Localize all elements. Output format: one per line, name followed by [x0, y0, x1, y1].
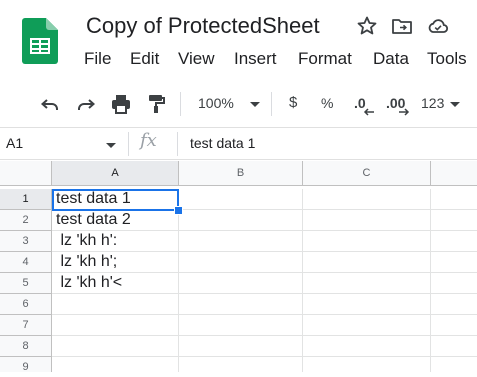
name-box-dropdown-icon[interactable]	[104, 138, 118, 152]
cell-a3[interactable]: lz 'kh h':	[52, 231, 179, 252]
cell-a2[interactable]: test data 2	[52, 210, 179, 231]
active-cell-selection	[52, 189, 179, 211]
column-header-d[interactable]	[431, 161, 477, 186]
formula-bar-bottom-border	[0, 159, 477, 160]
cell-a6[interactable]	[52, 294, 179, 315]
toolbar: 100% $ % .0 .00 123	[0, 86, 477, 122]
formula-input[interactable]: test data 1	[190, 135, 255, 151]
document-title[interactable]: Copy of ProtectedSheet	[86, 13, 320, 39]
name-box-value: A1	[6, 135, 24, 151]
row-header[interactable]: 8	[0, 336, 52, 357]
toolbar-divider	[271, 92, 272, 116]
cell-a4[interactable]: lz 'kh h';	[52, 252, 179, 273]
menu-format[interactable]: Format	[298, 49, 352, 69]
arrow-left-icon	[363, 108, 374, 116]
menu-data[interactable]: Data	[373, 49, 409, 69]
more-formats-dropdown-icon[interactable]	[448, 92, 462, 116]
percent-format-button[interactable]: %	[321, 95, 333, 111]
print-icon[interactable]	[109, 92, 133, 116]
arrow-right-icon	[399, 108, 410, 116]
undo-icon[interactable]	[38, 92, 62, 116]
currency-format-button[interactable]: $	[289, 94, 297, 111]
column-header-a[interactable]: A	[52, 161, 179, 186]
cell-a9[interactable]	[52, 357, 179, 372]
google-sheets-logo-icon[interactable]	[22, 18, 58, 64]
formula-divider	[177, 132, 178, 156]
fx-icon: fx	[140, 130, 157, 151]
move-to-folder-icon[interactable]	[390, 14, 414, 38]
zoom-dropdown-icon[interactable]	[248, 92, 262, 116]
zoom-select[interactable]: 100%	[198, 95, 234, 111]
menu-file[interactable]: File	[84, 49, 111, 69]
formula-divider	[128, 132, 129, 156]
cell-a5[interactable]: lz 'kh h'<	[52, 273, 179, 294]
menu-view[interactable]: View	[178, 49, 215, 69]
row-header[interactable]: 5	[0, 273, 52, 294]
row-header[interactable]: 7	[0, 315, 52, 336]
cloud-saved-icon[interactable]	[426, 14, 450, 38]
menu-insert[interactable]: Insert	[234, 49, 277, 69]
select-all-corner[interactable]	[0, 161, 52, 186]
redo-icon[interactable]	[74, 92, 98, 116]
row-header[interactable]: 1	[0, 189, 52, 210]
row-header[interactable]: 2	[0, 210, 52, 231]
cell-a8[interactable]	[52, 336, 179, 357]
menu-tools[interactable]: Tools	[427, 49, 467, 69]
fill-handle[interactable]	[174, 206, 183, 215]
toolbar-divider	[180, 92, 181, 116]
row-header[interactable]: 4	[0, 252, 52, 273]
toolbar-bottom-border	[0, 127, 477, 128]
menu-edit[interactable]: Edit	[130, 49, 159, 69]
row-header[interactable]: 9	[0, 357, 52, 373]
cell-a7[interactable]	[52, 315, 179, 336]
name-box[interactable]: A1	[0, 130, 125, 158]
row-header[interactable]: 6	[0, 294, 52, 315]
paint-format-icon[interactable]	[144, 92, 168, 116]
more-formats-button[interactable]: 123	[421, 95, 444, 111]
empty-cells-area[interactable]	[179, 189, 477, 372]
column-header-b[interactable]: B	[179, 161, 303, 186]
row-header[interactable]: 3	[0, 231, 52, 252]
column-header-c[interactable]: C	[303, 161, 431, 186]
star-icon[interactable]	[355, 14, 379, 38]
